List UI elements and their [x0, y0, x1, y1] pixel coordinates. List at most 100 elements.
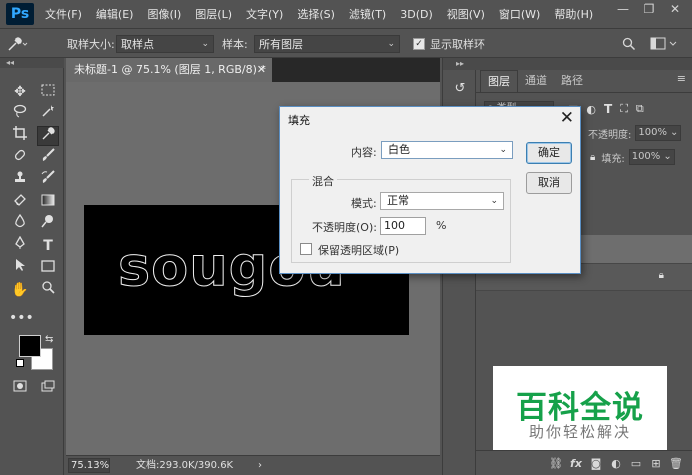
crop-tool-icon[interactable] [9, 126, 31, 146]
screen-mode-icon[interactable] [37, 378, 59, 398]
menu-layer[interactable]: 图层(L) [188, 6, 239, 22]
status-bar: 75.13% 文档:293.0K/390.6K › [66, 455, 440, 475]
document-tab[interactable]: 未标题-1 @ 75.1% (图层 1, RGB/8) * ✕ [66, 58, 272, 82]
menu-edit[interactable]: 编辑(E) [89, 6, 141, 22]
opacity-unit: % [436, 219, 447, 232]
tab-paths[interactable]: 路径 [554, 70, 590, 92]
mode-select[interactable]: 正常 ⌄ [380, 192, 504, 210]
fill-value: 100% [631, 151, 661, 162]
status-menu-arrow[interactable]: › [258, 456, 262, 475]
menu-filter[interactable]: 滤镜(T) [342, 6, 393, 22]
sample-value: 所有图层 [259, 38, 303, 51]
tab-layers[interactable]: 图层 [480, 70, 518, 92]
gradient-tool-icon[interactable] [37, 192, 59, 212]
default-colors-icon[interactable] [16, 359, 24, 367]
menu-help[interactable]: 帮助(H) [547, 6, 600, 22]
history-panel-icon[interactable]: ↺ [451, 80, 469, 98]
sample-size-select[interactable]: 取样点 ⌄ [116, 35, 214, 53]
pen-tool-icon[interactable] [9, 235, 31, 256]
document-size: 文档:293.0K/390.6K [136, 460, 234, 471]
link-layers-icon[interactable]: ⛓ [546, 457, 566, 470]
filter-shape-icon[interactable]: ⛶ [620, 102, 628, 116]
new-group-icon[interactable]: ▭ [626, 457, 646, 470]
document-tab-title: 未标题-1 @ 75.1% (图层 1, RGB/8) * [74, 63, 266, 76]
delete-layer-icon[interactable]: 🗑︎ [666, 457, 686, 470]
layer-style-icon[interactable]: fx [566, 457, 586, 470]
type-tool-icon[interactable]: T [37, 236, 59, 256]
brush-tool-icon[interactable] [37, 148, 59, 168]
show-ring-checkbox[interactable]: ✓ [413, 38, 425, 50]
blur-tool-icon[interactable] [9, 213, 31, 234]
clone-stamp-tool-icon[interactable] [9, 170, 31, 190]
tab-channels[interactable]: 通道 [518, 70, 554, 92]
filter-type-icon[interactable]: T [604, 102, 612, 116]
adjustment-layer-icon[interactable]: ◐ [606, 457, 626, 470]
sample-size-label: 取样大小: [67, 38, 115, 51]
magic-wand-tool-icon[interactable] [37, 104, 59, 124]
menu-select[interactable]: 选择(S) [290, 6, 342, 22]
menu-type[interactable]: 文字(Y) [239, 6, 290, 22]
eraser-tool-icon[interactable] [9, 192, 31, 212]
watermark: 百科全说 助你轻松解决 [493, 366, 667, 450]
cancel-button[interactable]: 取消 [526, 172, 572, 194]
menu-file[interactable]: 文件(F) [38, 6, 89, 22]
window-controls: — ❐ ✕ [610, 0, 688, 18]
blend-group-label: 混合 [309, 173, 337, 189]
filter-smart-object-icon[interactable]: ⧉ [636, 102, 644, 116]
preserve-transparency-label: 保留透明区域(P) [318, 244, 400, 257]
eyedropper-icon [8, 37, 28, 51]
close-window-button[interactable]: ✕ [662, 0, 688, 18]
tool-preset-picker[interactable] [6, 29, 28, 59]
toolbar-collapse-icon[interactable]: ◂◂ [0, 58, 64, 68]
chevron-down-icon: ⌄ [669, 127, 679, 138]
workspace-icon[interactable] [650, 37, 680, 51]
sample-size-value: 取样点 [121, 38, 154, 51]
more-tools-icon[interactable]: ••• [9, 308, 34, 328]
fill-field[interactable]: 100% ⌄ [628, 149, 675, 165]
healing-brush-tool-icon[interactable] [9, 148, 31, 168]
filter-adjustment-icon[interactable]: ◐ [586, 103, 596, 116]
chevron-down-icon: ⌄ [499, 145, 507, 155]
zoom-field[interactable]: 75.13% [68, 458, 110, 473]
menu-3d[interactable]: 3D(D) [393, 8, 440, 21]
restore-button[interactable]: ❐ [636, 0, 662, 18]
layers-panel-footer: ⛓ fx ◙ ◐ ▭ ⊞ 🗑︎ [476, 450, 692, 475]
close-icon[interactable]: ✕ [257, 58, 266, 82]
path-selection-tool-icon[interactable] [9, 258, 31, 278]
panel-menu-icon[interactable]: ≡ [677, 72, 686, 85]
opacity-input[interactable]: 100 [380, 217, 426, 235]
mode-value: 正常 [387, 194, 409, 207]
menu-view[interactable]: 视图(V) [440, 6, 492, 22]
content-select[interactable]: 白色 ⌄ [381, 141, 513, 159]
sample-select[interactable]: 所有图层 ⌄ [254, 35, 400, 53]
expand-panels-icon[interactable]: ▸▸ [443, 58, 477, 70]
close-icon[interactable]: ✕ [560, 108, 574, 128]
hand-tool-icon[interactable]: ✋ [9, 280, 31, 300]
eyedropper-tool-icon[interactable] [37, 126, 59, 146]
move-tool-icon[interactable]: ✥ [9, 82, 31, 102]
chevron-down-icon: ⌄ [387, 39, 395, 49]
foreground-color-swatch[interactable] [19, 335, 41, 357]
new-layer-icon[interactable]: ⊞ [646, 457, 666, 470]
lasso-tool-icon[interactable] [9, 104, 31, 124]
zoom-tool-icon[interactable] [37, 280, 59, 300]
history-brush-tool-icon[interactable] [37, 170, 59, 190]
menu-items: 文件(F) 编辑(E) 图像(I) 图层(L) 文字(Y) 选择(S) 滤镜(T… [38, 0, 600, 28]
menu-image[interactable]: 图像(I) [140, 6, 188, 22]
preserve-transparency-checkbox[interactable] [300, 243, 312, 255]
menu-window[interactable]: 窗口(W) [492, 6, 547, 22]
quick-mask-icon[interactable] [9, 378, 31, 398]
lock-icon[interactable]: 🔒︎ [590, 152, 595, 163]
swap-colors-icon[interactable]: ⇆ [45, 334, 53, 345]
dodge-tool-icon[interactable] [37, 214, 59, 234]
chevron-down-icon: ⌄ [201, 39, 209, 49]
menu-bar: Ps 文件(F) 编辑(E) 图像(I) 图层(L) 文字(Y) 选择(S) 滤… [0, 0, 692, 28]
ok-button[interactable]: 确定 [526, 142, 572, 164]
add-mask-icon[interactable]: ◙ [586, 457, 606, 470]
opacity-field[interactable]: 100% ⌄ [635, 125, 682, 141]
search-icon[interactable] [622, 37, 636, 51]
minimize-button[interactable]: — [610, 0, 636, 18]
marquee-tool-icon[interactable] [37, 82, 59, 102]
rectangle-tool-icon[interactable] [37, 258, 59, 278]
dialog-title: 填充 [288, 114, 310, 127]
